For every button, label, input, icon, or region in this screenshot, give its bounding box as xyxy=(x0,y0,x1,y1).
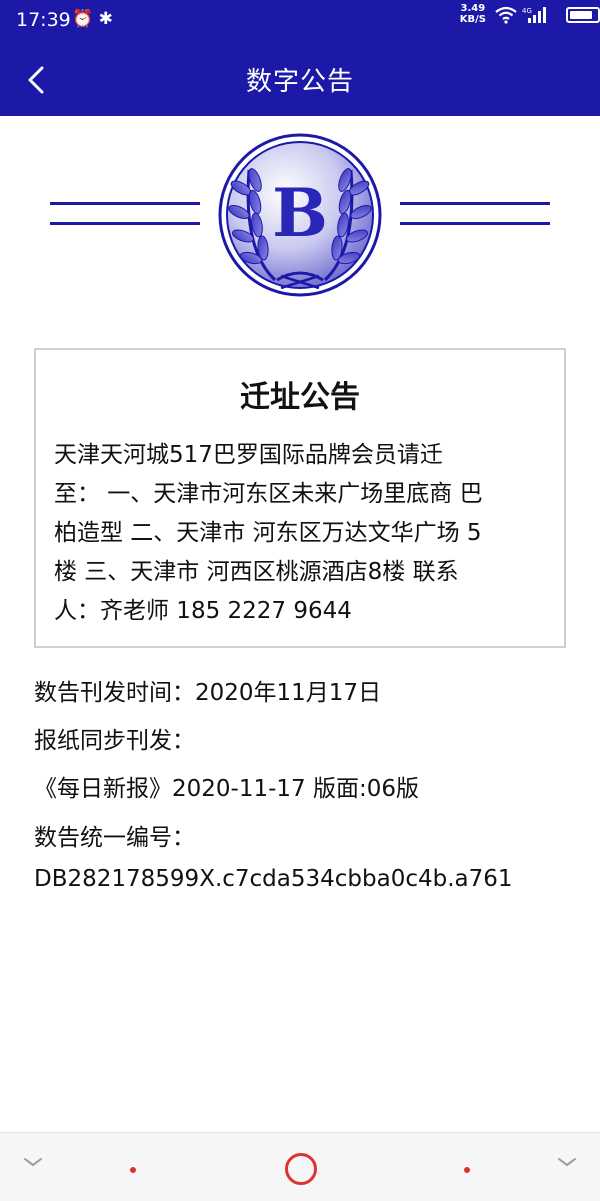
brand-logo-area: B xyxy=(0,130,600,300)
app-bar: 数字公告 xyxy=(0,44,600,116)
chevron-down-icon[interactable] xyxy=(22,1155,44,1169)
notice-line: 天津天河城517巴罗国际品牌会员请迁 xyxy=(54,442,443,468)
notice-line: 至： 一、天津市河东区未来广场里底商 巴 xyxy=(54,481,483,507)
status-bar: 17:39 ⏰ ✱ 3.49 KB/S 4G xyxy=(0,0,600,44)
laurel-b-logo: B xyxy=(218,133,382,297)
logo-letter: B xyxy=(272,174,328,252)
notice-id-value: DB282178599X.c7cda534cbba0c4b.a761 xyxy=(34,866,513,892)
network-speed: 3.49 KB/S xyxy=(460,3,486,25)
divider-left-bottom xyxy=(50,222,200,225)
notice-line: 楼 三、天津市 河西区桃源酒店8楼 联系 xyxy=(54,559,459,585)
network-speed-value: 3.49 xyxy=(460,3,486,14)
divider-right-top xyxy=(400,202,550,205)
nav-recent-dot[interactable] xyxy=(464,1167,470,1173)
network-type-label: 4G xyxy=(522,7,532,15)
divider-left-top xyxy=(50,202,200,205)
notice-line: 人：齐老师 185 2227 9644 xyxy=(54,598,352,624)
battery-level xyxy=(570,11,592,19)
divider-right-bottom xyxy=(400,222,550,225)
notice-line: 柏造型 二、天津市 河东区万达文华广场 5 xyxy=(54,520,482,546)
nav-home-button[interactable] xyxy=(285,1153,317,1185)
wifi-icon xyxy=(495,6,517,24)
signal-icon: 4G xyxy=(522,7,546,23)
notice-title: 迁址公告 xyxy=(240,380,360,415)
chevron-down-icon[interactable] xyxy=(556,1155,578,1169)
alarm-bluetooth-icons: ⏰ ✱ xyxy=(72,9,113,29)
sync-publish-label: 报纸同步刊发： xyxy=(34,728,195,754)
network-speed-unit: KB/S xyxy=(459,14,486,25)
notice-card: 迁址公告 天津天河城517巴罗国际品牌会员请迁 至： 一、天津市河东区未来广场里… xyxy=(34,348,566,648)
system-nav-bar xyxy=(0,1132,600,1201)
notice-body: 天津天河城517巴罗国际品牌会员请迁 至： 一、天津市河东区未来广场里底商 巴 … xyxy=(54,436,550,631)
status-time: 17:39 xyxy=(16,9,71,31)
nav-back-dot[interactable] xyxy=(130,1167,136,1173)
newspaper-info: 《每日新报》2020-11-17 版面:06版 xyxy=(34,776,419,802)
page-title: 数字公告 xyxy=(245,67,354,97)
battery-icon xyxy=(566,7,600,23)
notice-id-label: 数告统一编号： xyxy=(34,825,195,851)
publish-time: 数告刊发时间：2020年11月17日 xyxy=(34,680,382,706)
